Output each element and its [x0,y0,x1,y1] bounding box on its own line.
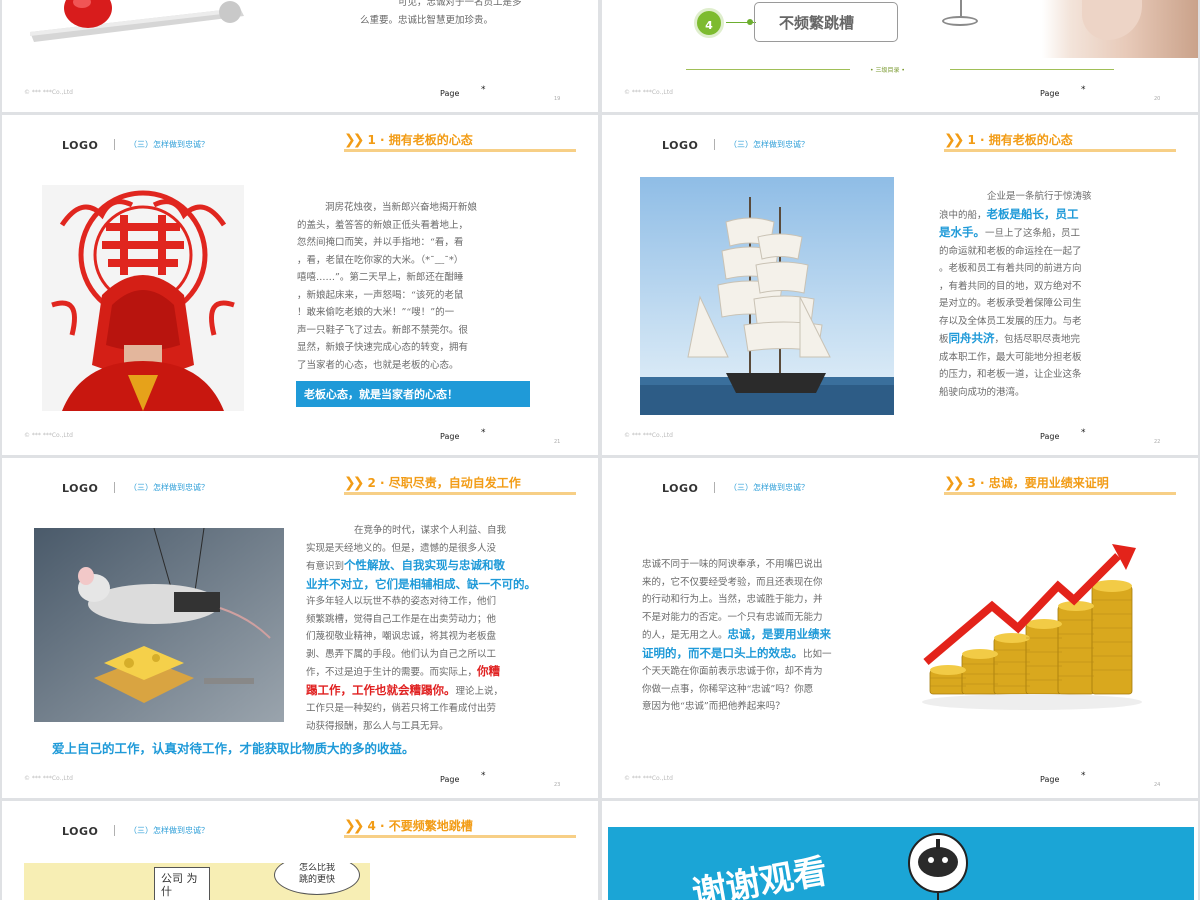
section-subtitle: （三）怎样做到忠诚？ [114,825,209,836]
double-chevron-icon: ❯❯ [944,475,965,491]
slide-title-text: 3 · 忠诚，要用业绩来证明 [967,476,1109,490]
bride-illustration [42,185,244,411]
cartoon-image: 公司 为什 怎么比我 跳的更快 [24,863,370,900]
slide-number: 21 [554,439,561,445]
mouse-trap-photo [34,528,284,722]
footer-page-label: Page [1040,432,1060,441]
highlight-same-boat: 同舟共济 [948,331,995,345]
slide-title: ❯❯ 2 · 尽职尽责，自动自发工作 [344,474,576,495]
section-subtitle: （三）怎样做到忠诚？ [714,139,809,150]
footer-company: © *** ***Co.,Ltd [24,775,73,782]
section-subtitle: （三）怎样做到忠诚？ [114,482,209,493]
bomb-mascot-icon [908,833,968,893]
callout-banner: 老板心态，就是当家者的心态！ [296,381,530,407]
bride-photo [42,185,244,411]
slide-1-text: 可见，忠诚对于一名员工是多 么重要。忠诚比智慧更加珍贵。 [360,0,522,26]
mouse-illustration [34,528,284,722]
highlight-performance: 忠诚，是要用业绩来 [727,627,832,641]
footer-company: © *** ***Co.,Ltd [624,775,673,782]
slide-number: 20 [1154,96,1161,102]
footer-star: * [1081,428,1086,438]
slide-2[interactable]: 4 不频繁跳槽 • 三级目录 • © *** ***Co.,Ltd Page *… [602,0,1198,112]
lamp-stand-icon [940,0,980,30]
footer-star: * [1081,85,1086,95]
slide-title: ❯❯ 1 · 拥有老板的心态 [344,131,576,152]
story-paragraph: 洞房花烛夜，当新郎兴奋地揭开新娘 的盖头，羞答答的新娘正低头看着地上， 忽然间掩… [297,202,478,371]
slide-title: ❯❯ 3 · 忠诚，要用业绩来证明 [944,474,1176,495]
seesaw-image [30,0,250,44]
footer-star: * [1081,771,1086,781]
footer-company: © *** ***Co.,Ltd [624,432,673,439]
performance-paragraph: 忠诚不同于一味的阿谀奉承，不用嘴巴说出 来的，它不仅要经受考验，而且还表现在你 … [642,559,832,712]
number-badge: 4 [694,8,724,38]
slide-number: 24 [1154,782,1161,788]
logo: LOGO [62,139,99,152]
ship-illustration [640,177,894,415]
highlight-red-2: 蹋工作，工作也就会糟蹋你。 [306,682,456,697]
slide-1[interactable]: 可见，忠诚对于一名员工是多 么重要。忠诚比智慧更加珍贵。 © *** ***Co… [2,0,598,112]
footer-star: * [481,85,486,95]
footer-page-label: Page [440,775,460,784]
slide-3[interactable]: LOGO （三）怎样做到忠诚？ ❯❯ 1 · 拥有老板的心态 洞房花烛夜，当新郎… [2,115,598,455]
slide-number: 19 [554,96,561,102]
woman-photo [1042,0,1198,58]
footer-page-label: Page [1040,775,1060,784]
highlight-sailor: 是水手。 [939,225,985,239]
sailing-ship-photo [640,177,894,415]
slide-number: 22 [1154,439,1161,445]
section-subtitle: （三）怎样做到忠诚？ [114,139,209,150]
footer-company: © *** ***Co.,Ltd [24,89,73,96]
speech-bubble: 怎么比我 跳的更快 [274,863,360,895]
bottom-label: • 三级目录 • [870,67,905,74]
highlight-self-realization: 个性解放、自我实现与忠诚和敬 [344,558,506,572]
slide-title-text: 4 · 不要频繁地跳槽 [367,819,473,833]
ship-paragraph: 企业是一条航行于惊涛骇 浪中的船，老板是船长，员工 是水手。一旦上了这条船，员工… [939,191,1092,398]
double-chevron-icon: ❯❯ [944,132,965,148]
slide-6[interactable]: LOGO （三）怎样做到忠诚？ ❯❯ 3 · 忠诚，要用业绩来证明 忠诚不同于一味… [602,458,1198,798]
slide-title-text: 1 · 拥有老板的心态 [967,133,1073,147]
slide-title-text: 2 · 尽职尽责，自动自发工作 [367,476,521,490]
footer-page-label: Page [440,89,460,98]
connector-dot [747,19,753,25]
highlight-not-lip-service: 证明的，而不是口头上的效忠。 [642,645,803,660]
logo: LOGO [662,139,699,152]
double-chevron-icon: ❯❯ [344,475,365,491]
logo: LOGO [662,482,699,495]
footer-star: * [481,428,486,438]
slide-5[interactable]: LOGO （三）怎样做到忠诚？ ❯❯ 2 · 尽职尽责，自动自发工作 在竞争的时… [2,458,598,798]
work-paragraph: 在竞争的时代，谋求个人利益、自我 实现是天经地义的。但是，遗憾的是很多人没 有意… [306,522,578,735]
seesaw-illustration [30,0,244,42]
slide-4[interactable]: LOGO （三）怎样做到忠诚？ ❯❯ 1 · 拥有老板的心态 企业是一条航行于惊… [602,115,1198,455]
slide-title-text: 1 · 拥有老板的心态 [367,133,473,147]
double-chevron-icon: ❯❯ [344,818,365,834]
highlight-red-1: 你糟 [477,664,501,678]
bottom-message: 爱上自己的工作，认真对待工作，才能获取比物质大的多的收益。 [52,741,415,756]
highlight-complement: 业并不对立，它们是相辅相成、缺一不可的。 [306,576,536,591]
slide-8[interactable]: 谢谢观看 [602,801,1198,900]
sign-board: 公司 为什 [154,867,210,900]
slide-title: ❯❯ 4 · 不要频繁地跳槽 [344,817,576,838]
coins-arrow-illustration [922,544,1142,710]
footer-page-label: Page [440,432,460,441]
slide-number: 23 [554,782,561,788]
slide-title: ❯❯ 1 · 拥有老板的心态 [944,131,1176,152]
section-subtitle: （三）怎样做到忠诚？ [714,482,809,493]
logo: LOGO [62,825,99,838]
mascot-stem [937,893,939,900]
footer-company: © *** ***Co.,Ltd [624,89,673,96]
toc-item-box: 不频繁跳槽 [754,2,898,42]
footer-page-label: Page [1040,89,1060,98]
footer-company: © *** ***Co.,Ltd [24,432,73,439]
bottom-rule-left [686,69,850,70]
coins-growth-image [922,542,1168,732]
slide-7[interactable]: LOGO （三）怎样做到忠诚？ ❯❯ 4 · 不要频繁地跳槽 公司 为什 怎么比我… [2,801,598,900]
highlight-captain: 老板是船长，员工 [986,206,1079,221]
bottom-label-text: 三级目录 [875,67,900,74]
footer-star: * [481,771,486,781]
bottom-rule-right [950,69,1114,70]
double-chevron-icon: ❯❯ [344,132,365,148]
logo: LOGO [62,482,99,495]
